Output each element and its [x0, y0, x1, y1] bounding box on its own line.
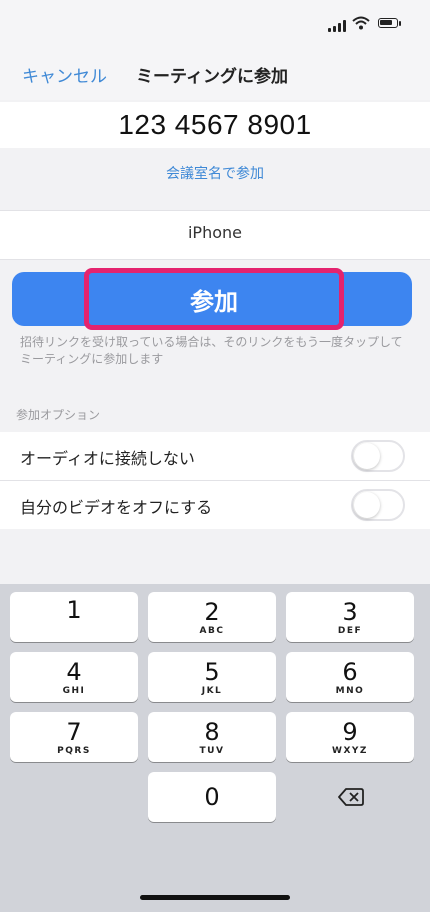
- key-2[interactable]: 2 ABC: [148, 592, 276, 642]
- key-9[interactable]: 9 WXYZ: [286, 712, 414, 762]
- key-3[interactable]: 3 DEF: [286, 592, 414, 642]
- key-0[interactable]: 0: [148, 772, 276, 822]
- video-toggle[interactable]: [351, 489, 405, 521]
- key-4[interactable]: 4 GHI: [10, 652, 138, 702]
- home-indicator: [140, 895, 290, 900]
- audio-toggle[interactable]: [351, 440, 405, 472]
- toggle-knob: [354, 492, 380, 518]
- meeting-id-field[interactable]: 123 4567 8901: [0, 102, 430, 148]
- status-icons: [328, 14, 408, 34]
- key-6[interactable]: 6 MNO: [286, 652, 414, 702]
- backspace-key[interactable]: [286, 772, 414, 822]
- join-by-room-name-link[interactable]: 会議室名で参加: [0, 163, 430, 183]
- battery-icon: [378, 18, 398, 28]
- options-header: 参加オプション: [16, 408, 101, 422]
- invite-link-hint: 招待リンクを受け取っている場合は、そのリンクをもう一度タップしてミーティングに参…: [20, 335, 403, 366]
- wifi-icon: [352, 16, 370, 30]
- backspace-icon: [338, 788, 364, 806]
- option-label-audio: オーディオに接続しない: [20, 449, 195, 468]
- page-title: ミーティングに参加: [136, 67, 288, 87]
- key-1[interactable]: 1: [10, 592, 138, 642]
- key-5[interactable]: 5 JKL: [148, 652, 276, 702]
- toggle-knob: [354, 443, 380, 469]
- join-button-label: 参加: [190, 288, 238, 316]
- option-label-video: 自分のビデオをオフにする: [20, 498, 213, 517]
- display-name-value: iPhone: [187, 223, 242, 242]
- cancel-button[interactable]: キャンセル: [22, 62, 107, 87]
- key-7[interactable]: 7 PQRS: [10, 712, 138, 762]
- key-8[interactable]: 8 TUV: [148, 712, 276, 762]
